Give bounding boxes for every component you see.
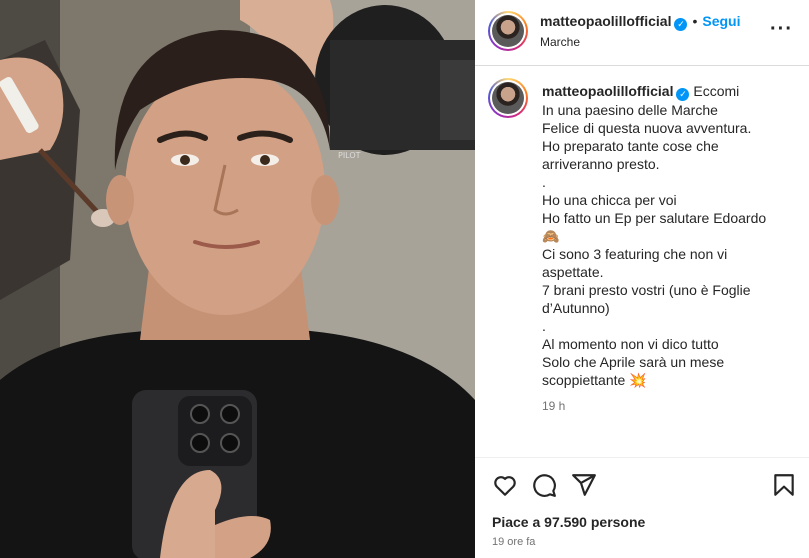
caption-avatar[interactable]	[488, 78, 528, 118]
caption-line: Felice di questa nuova avventura.	[542, 120, 752, 136]
caption-line: Solo che Aprile sarà un mese	[542, 354, 725, 370]
caption-line: arriveranno presto.	[542, 156, 660, 172]
caption-line: Ho una chicca per voi	[542, 192, 677, 208]
header-name-row: matteopaolillofficial ✓ • Segui	[540, 13, 741, 31]
more-options-icon[interactable]: ···	[770, 18, 793, 41]
photo-illustration: PILOT	[0, 0, 475, 558]
separator-dot: •	[692, 13, 698, 29]
caption-section: matteopaolillofficial ✓ Eccomi In una pae…	[475, 66, 809, 458]
caption-line: Ci sono 3 featuring che non vi	[542, 246, 728, 262]
caption-line: Al momento non vi dico tutto	[542, 336, 719, 352]
caption-username[interactable]: matteopaolillofficial	[542, 83, 673, 99]
caption-timestamp[interactable]: 19 h	[542, 397, 797, 415]
likes-count[interactable]: Piace a 97.590 persone	[492, 514, 645, 530]
author-avatar[interactable]	[488, 11, 528, 51]
follow-button[interactable]: Segui	[702, 13, 740, 29]
caption-line: .	[542, 318, 546, 334]
action-bar	[475, 468, 809, 504]
post-date[interactable]: 19 ore fa	[492, 536, 535, 548]
caption-line: 🙈	[542, 228, 560, 244]
caption-line: aspettate.	[542, 264, 604, 280]
caption-line: .	[542, 174, 546, 190]
caption-text: matteopaolillofficial ✓ Eccomi In una pae…	[542, 82, 797, 415]
light-brand: PILOT	[338, 151, 361, 160]
verified-badge-icon: ✓	[674, 18, 688, 31]
caption-line: 7 brani presto vostri (uno è Foglie	[542, 282, 751, 298]
share-icon[interactable]	[571, 472, 597, 498]
post-photo[interactable]: PILOT	[0, 0, 475, 558]
caption-line: Ho fatto un Ep per salutare Edoardo	[542, 210, 767, 226]
post-location[interactable]: Marche	[540, 35, 580, 49]
comment-icon[interactable]	[531, 472, 557, 498]
caption-line: Ho preparato tante cose che	[542, 138, 719, 154]
bookmark-icon[interactable]	[771, 472, 797, 498]
caption-line: In una paesino delle Marche	[542, 102, 718, 118]
caption-line: matteopaolillofficial ✓ Eccomi	[542, 83, 740, 101]
author-username[interactable]: matteopaolillofficial	[540, 13, 671, 29]
caption-line: d’Autunno)	[542, 300, 610, 316]
caption-line: scoppiettante 💥	[542, 372, 647, 388]
post-header: matteopaolillofficial ✓ • Segui Marche ···	[475, 0, 809, 66]
heart-icon[interactable]	[492, 472, 518, 498]
verified-badge-icon: ✓	[676, 88, 690, 101]
post-sidebar: matteopaolillofficial ✓ • Segui Marche ··· …	[475, 0, 809, 558]
